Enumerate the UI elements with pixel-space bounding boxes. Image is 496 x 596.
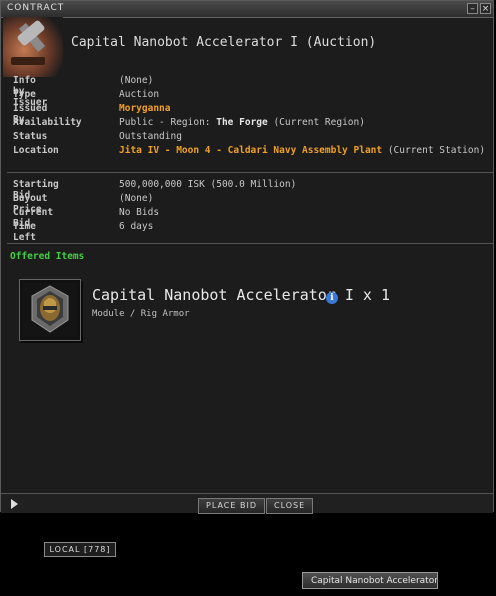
contract-title: Capital Nanobot Accelerator I (Auction) — [71, 35, 377, 50]
detail-value: Outstanding — [119, 131, 182, 142]
location-suffix: (Current Station) — [382, 145, 486, 156]
divider — [7, 243, 493, 244]
bid-value: No Bids — [119, 207, 160, 218]
place-bid-button[interactable]: PLACE BID — [198, 498, 265, 514]
offered-item-name: Capital Nanobot Accelerator I x 1 — [92, 286, 391, 304]
detail-label: Location — [13, 145, 59, 156]
bid-label: Time Left — [13, 221, 36, 243]
location-value: Jita IV - Moon 4 - Caldari Navy Assembly… — [119, 145, 485, 156]
detail-value: (None) — [119, 75, 154, 86]
minimize-button[interactable]: – — [467, 3, 478, 14]
availability-prefix: Public - Region: — [119, 117, 217, 128]
button-bar: PLACE BID CLOSE — [1, 493, 493, 514]
issuer-link[interactable]: Moryganna — [119, 103, 170, 114]
window-titlebar[interactable]: CONTRACT – × — [1, 1, 493, 18]
offered-item-category: Module / Rig Armor — [92, 309, 190, 319]
nanobot-accelerator-icon — [23, 283, 77, 337]
bid-value: 500,000,000 ISK (500.0 Million) — [119, 179, 297, 190]
info-icon[interactable]: i — [326, 292, 338, 304]
detail-label: Type — [13, 89, 36, 100]
detail-label: Status — [13, 131, 48, 142]
bid-value: 6 days — [119, 221, 154, 232]
detail-value: Auction — [119, 89, 160, 100]
availability-suffix: (Current Region) — [267, 117, 365, 128]
item-icon[interactable] — [19, 279, 81, 341]
location-link[interactable]: Jita IV - Moon 4 - Caldari Navy Assembly… — [119, 145, 382, 156]
contract-window: CONTRACT – × Capital Nanobot Accelerator… — [0, 0, 494, 514]
region-name: The Forge — [216, 117, 268, 128]
local-chat-button[interactable]: LOCAL [778] — [44, 542, 116, 557]
bid-value: (None) — [119, 193, 154, 204]
availability-value: Public - Region: The Forge (Current Regi… — [119, 117, 365, 128]
divider — [7, 172, 493, 173]
offered-items-label: Offered Items — [10, 251, 85, 262]
expand-arrow-icon[interactable] — [11, 499, 18, 509]
close-button[interactable]: CLOSE — [266, 498, 314, 514]
taskbar-window-tab[interactable]: Capital Nanobot Accelerator I — [302, 572, 438, 589]
contract-gavel-icon — [3, 17, 63, 77]
window-title: CONTRACT — [7, 3, 65, 13]
close-window-button[interactable]: × — [480, 3, 491, 14]
detail-label: Availability — [13, 117, 82, 128]
